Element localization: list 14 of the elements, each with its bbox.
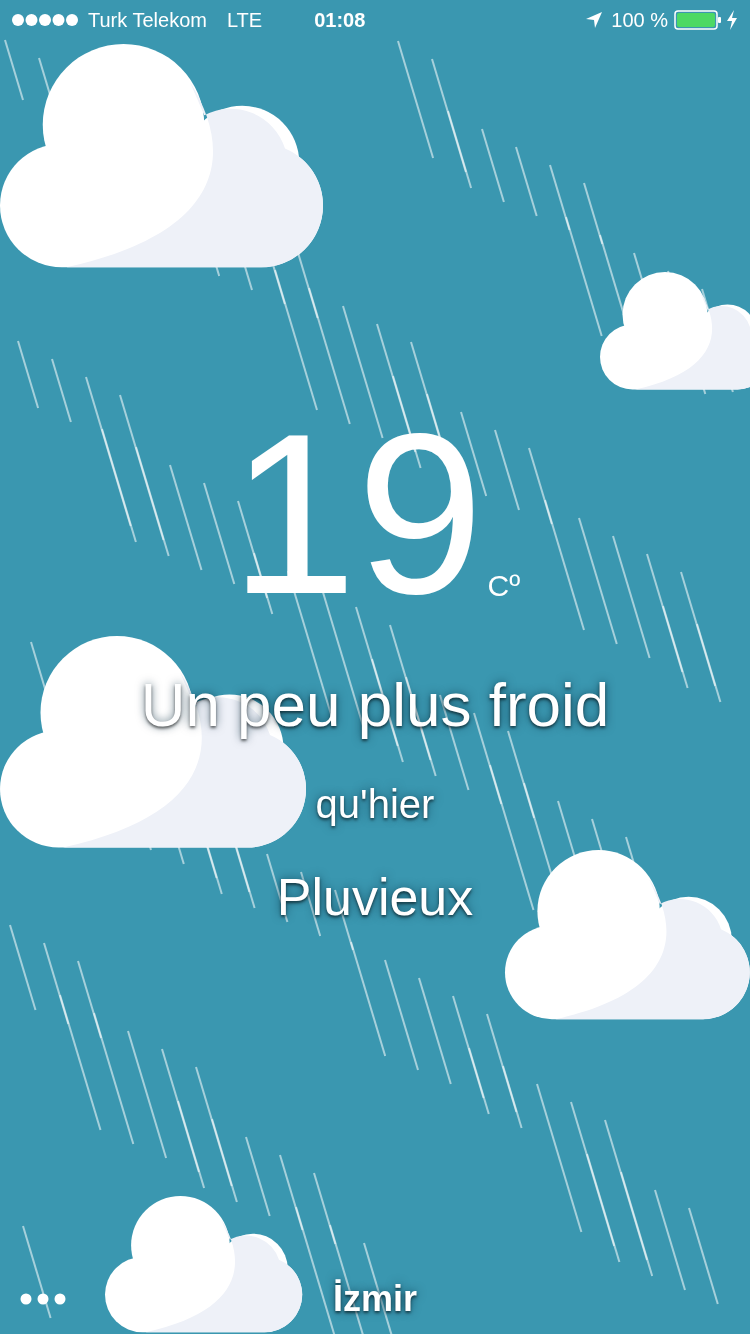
battery-percent: 100 % bbox=[611, 8, 668, 33]
carrier-name: Turk Telekom bbox=[88, 8, 207, 33]
temperature-value: 19 bbox=[229, 400, 484, 628]
weather-condition: Pluvieux bbox=[276, 867, 474, 929]
more-icon[interactable] bbox=[20, 1293, 66, 1305]
temperature-unit: Cº bbox=[487, 568, 521, 604]
charging-bolt-icon bbox=[726, 10, 738, 30]
signal-icon bbox=[12, 13, 80, 27]
clock-time: 01:08 bbox=[314, 8, 366, 33]
city-name[interactable]: İzmir bbox=[333, 1272, 417, 1326]
battery-icon bbox=[674, 10, 722, 30]
comparison-subline: qu'hier bbox=[315, 781, 435, 829]
location-arrow-icon bbox=[585, 11, 604, 29]
network-type: LTE bbox=[226, 8, 263, 33]
